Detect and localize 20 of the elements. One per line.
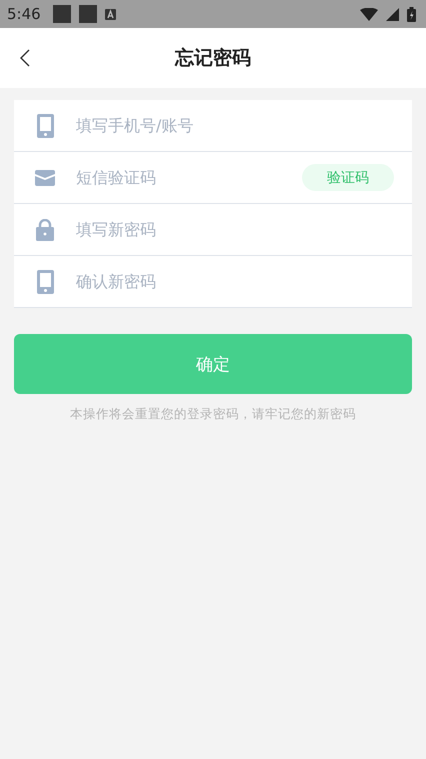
phone-icon bbox=[36, 114, 54, 138]
status-time: 5:46 bbox=[7, 5, 41, 23]
notification-icon bbox=[78, 5, 97, 23]
phone-icon bbox=[36, 270, 54, 294]
back-icon[interactable] bbox=[20, 49, 30, 67]
get-code-button[interactable]: 验证码 bbox=[302, 164, 394, 191]
page-title: 忘记密码 bbox=[175, 46, 251, 71]
note-text: 本操作将会重置您的登录密码，请牢记您的新密码 bbox=[70, 406, 356, 423]
wifi-icon bbox=[360, 8, 378, 20]
lock-icon bbox=[36, 218, 54, 240]
battery-icon bbox=[407, 6, 416, 22]
input-field[interactable]: 短信验证码 bbox=[74, 167, 302, 188]
keyboard-icon bbox=[104, 8, 116, 20]
signal-icon bbox=[386, 8, 399, 20]
notification-icon bbox=[52, 5, 71, 23]
envelope-icon bbox=[35, 170, 55, 186]
input-field[interactable]: 填写手机号/账号 bbox=[74, 115, 394, 136]
input-field[interactable]: 确认新密码 bbox=[74, 271, 394, 292]
confirm-button[interactable]: 确定 bbox=[14, 334, 412, 394]
input-field[interactable]: 填写新密码 bbox=[74, 219, 394, 240]
